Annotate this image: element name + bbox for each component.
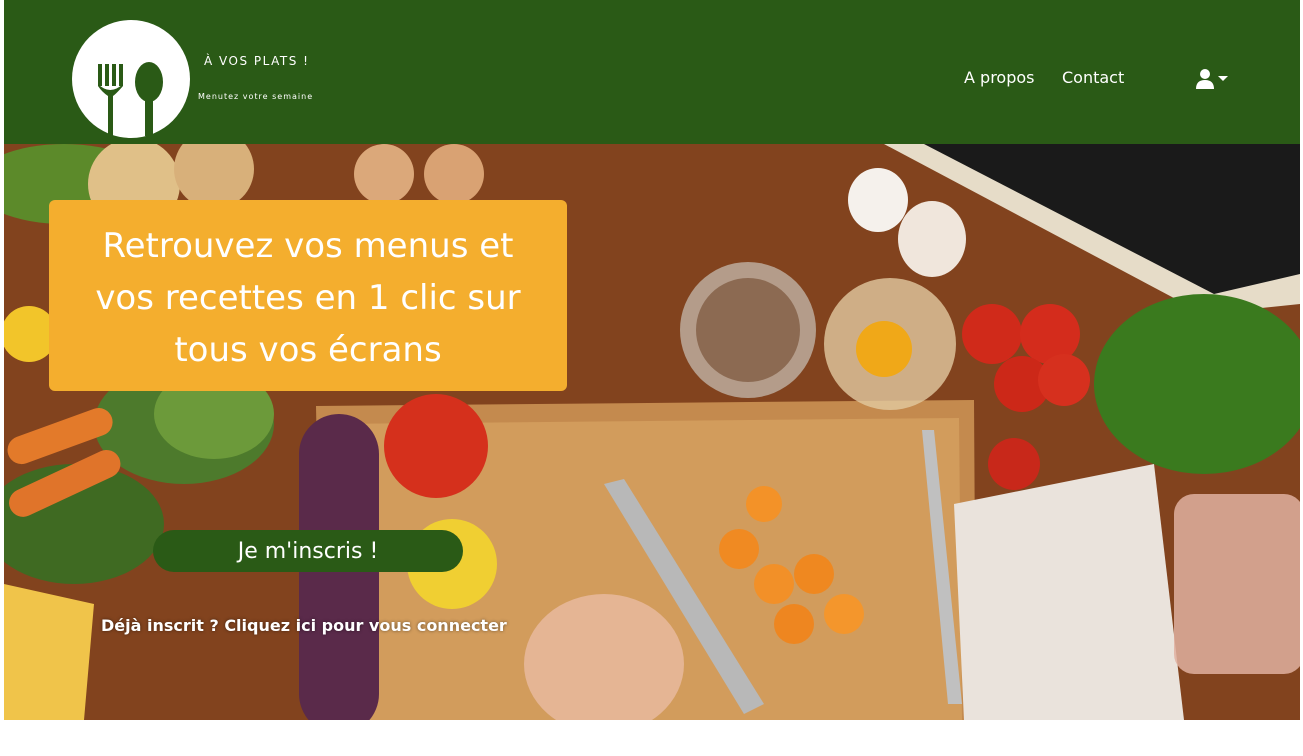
hero-headline-card: Retrouvez vos menus et vos recettes en 1… [49, 200, 567, 391]
fork-spoon-icon [98, 62, 163, 136]
hero-headline: Retrouvez vos menus et vos recettes en 1… [95, 226, 521, 370]
hero-banner: Retrouvez vos menus et vos recettes en 1… [4, 144, 1300, 720]
page: À VOS PLATS ! Menutez votre semaine A pr… [4, 0, 1300, 720]
brand-title: À VOS PLATS ! [204, 54, 310, 68]
signup-button[interactable]: Je m'inscris ! [153, 530, 463, 572]
user-menu-toggle[interactable] [1196, 68, 1230, 90]
brand-tagline: Menutez votre semaine [198, 92, 314, 101]
nav-link-contact[interactable]: Contact [1062, 68, 1124, 87]
navbar: À VOS PLATS ! Menutez votre semaine A pr… [4, 0, 1300, 144]
user-icon [1196, 69, 1214, 89]
nav-link-about[interactable]: A propos [964, 68, 1034, 87]
logo[interactable] [72, 20, 190, 138]
caret-down-icon [1218, 76, 1228, 81]
login-link[interactable]: Déjà inscrit ? Cliquez ici pour vous con… [101, 616, 507, 635]
